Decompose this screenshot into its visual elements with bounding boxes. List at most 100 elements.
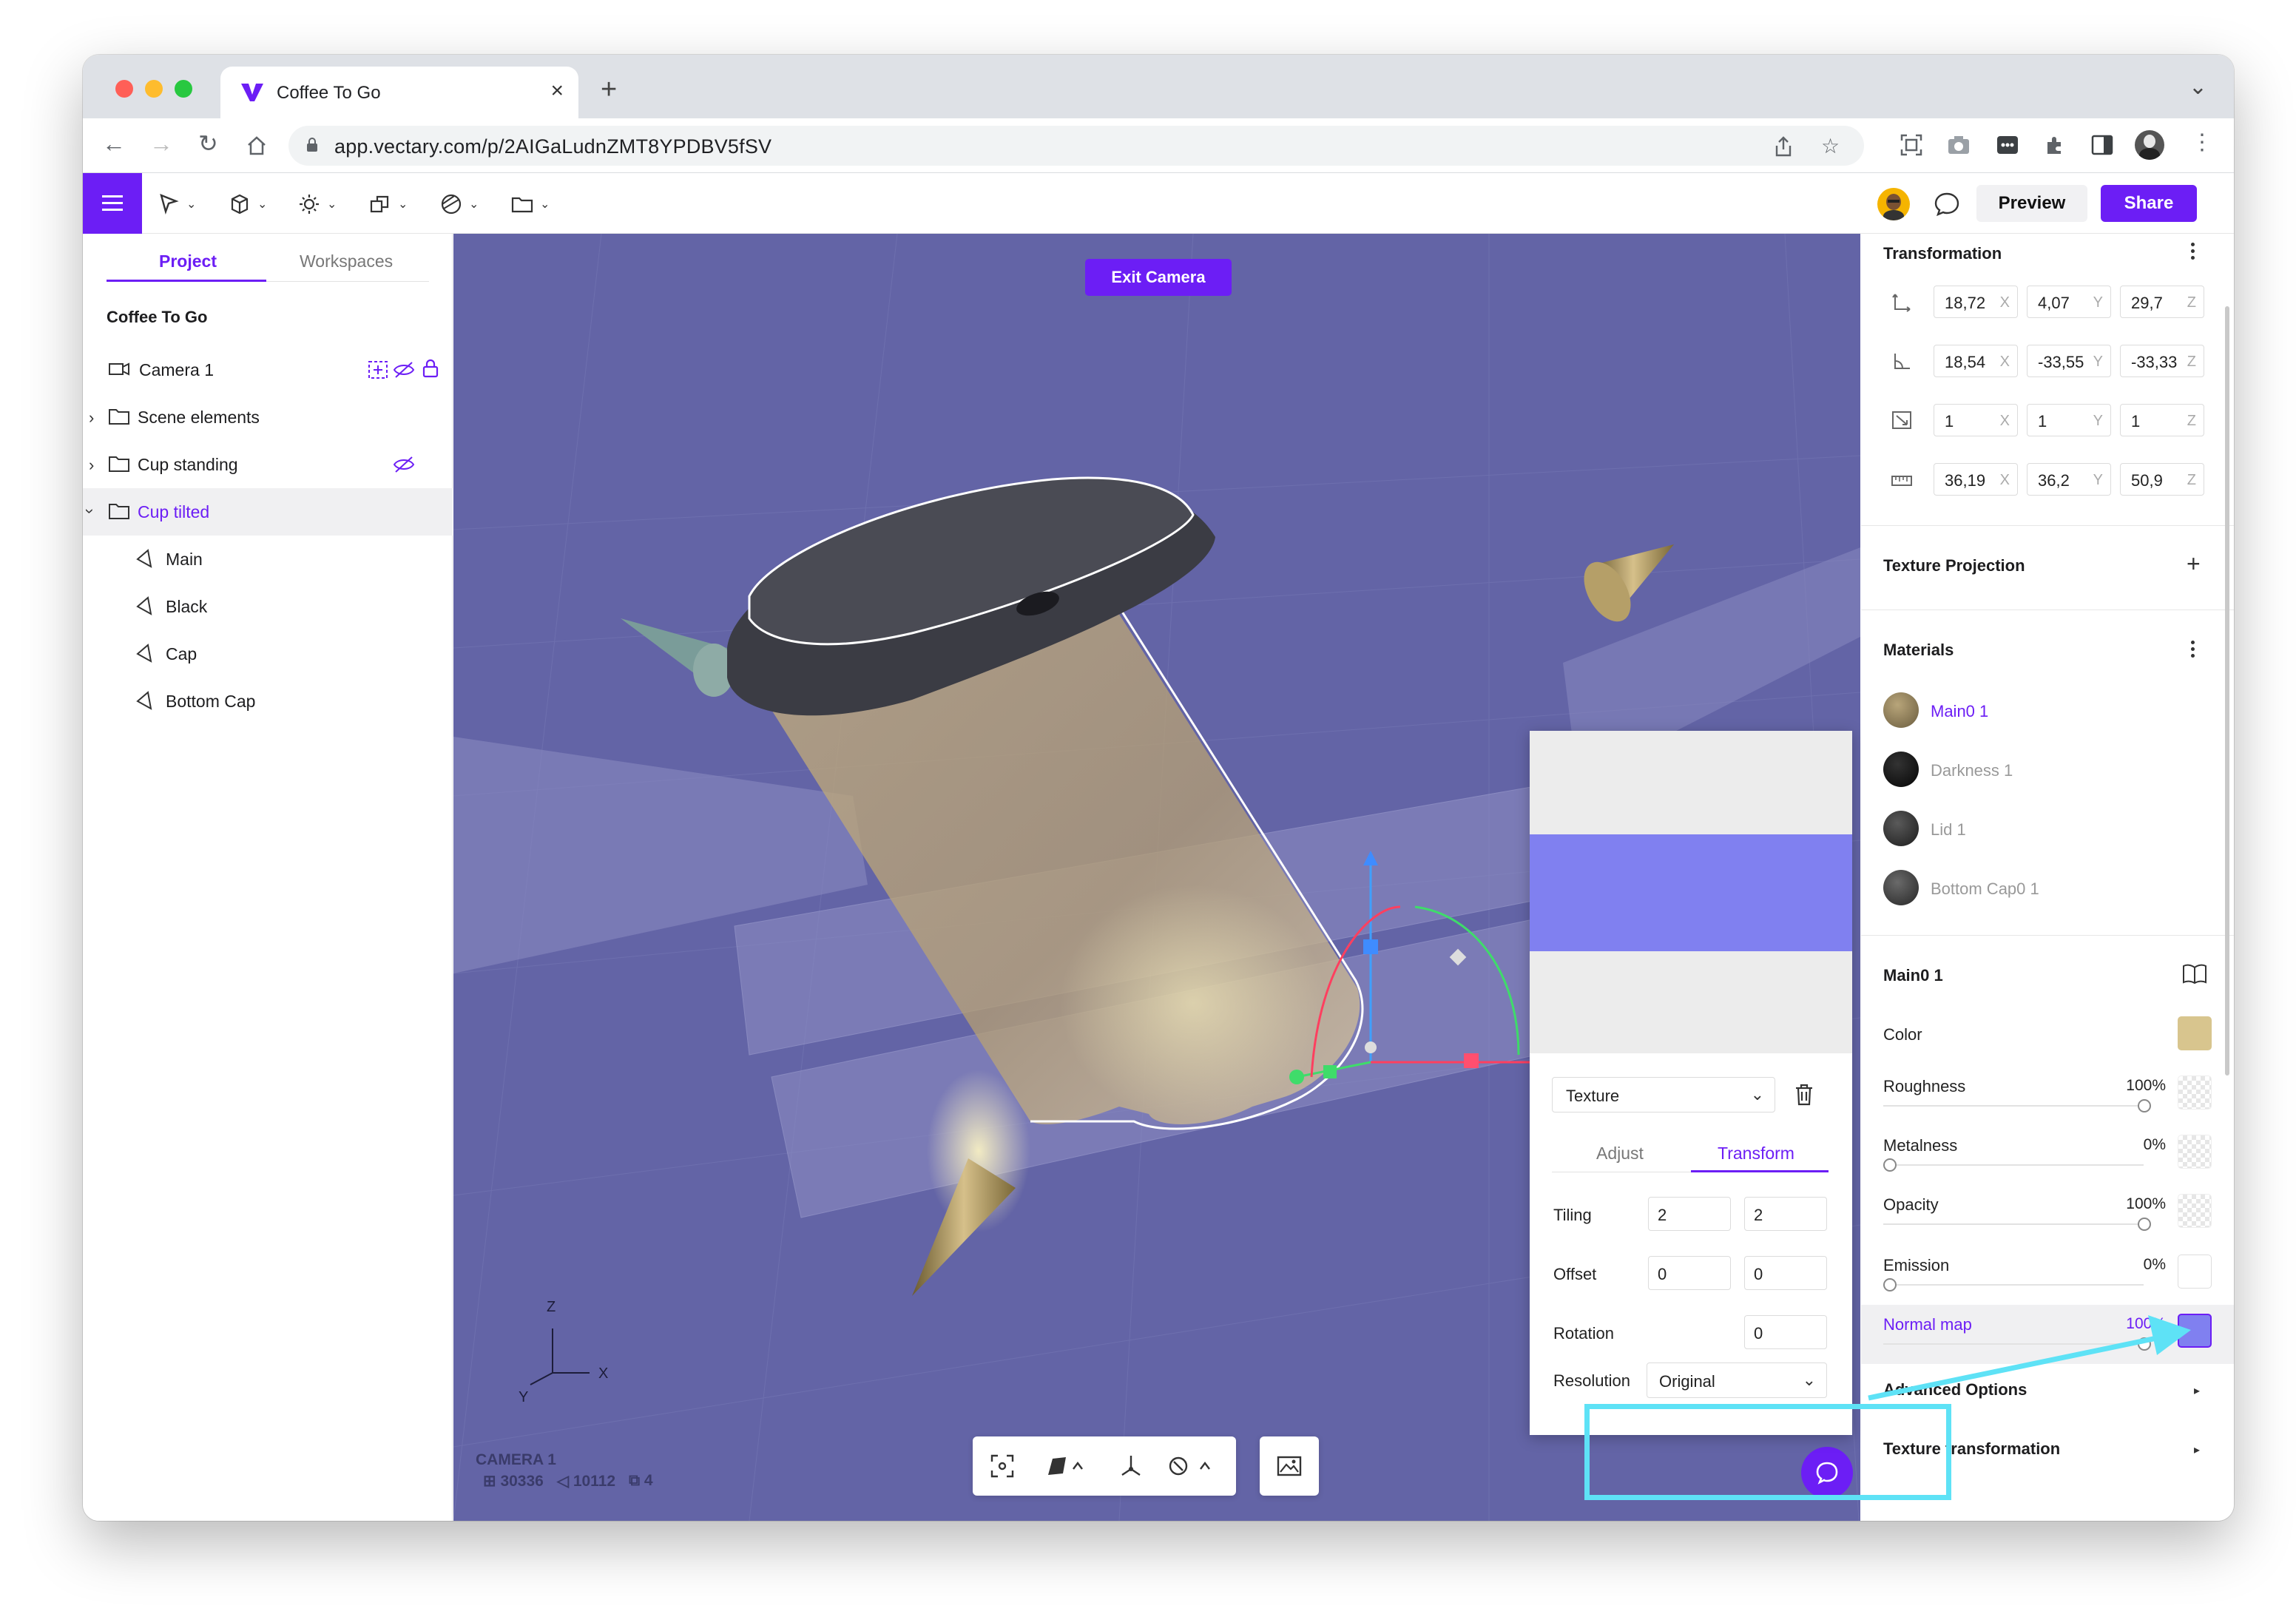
- home-icon[interactable]: [246, 135, 268, 157]
- tree-item-cup-tilted[interactable]: › Cup tilted: [83, 488, 453, 536]
- opacity-slider[interactable]: [1883, 1223, 2144, 1225]
- materials-tool-dropdown[interactable]: ⌄: [439, 192, 479, 216]
- profile-avatar[interactable]: [2135, 130, 2164, 160]
- emission-slider-knob[interactable]: [1883, 1278, 1897, 1291]
- minimize-window-button[interactable]: [145, 80, 163, 98]
- render-image-button[interactable]: [1260, 1436, 1319, 1496]
- main-menu-button[interactable]: [83, 173, 142, 234]
- transform-pivot-icon[interactable]: [1118, 1453, 1144, 1479]
- dimension-y-input[interactable]: 36,2 Y: [2027, 463, 2111, 496]
- dimension-x-input[interactable]: 36,19 X: [1934, 463, 2018, 496]
- tab-adjust[interactable]: Adjust: [1596, 1144, 1644, 1164]
- tiling-u-input[interactable]: 2: [1648, 1197, 1731, 1231]
- trash-icon[interactable]: [1793, 1083, 1815, 1107]
- select-tool-dropdown[interactable]: ⌄: [157, 192, 196, 216]
- texture-type-select[interactable]: Texture ⌄: [1552, 1077, 1775, 1112]
- tiling-v-input[interactable]: 2: [1744, 1197, 1827, 1231]
- tree-item-scene-elements[interactable]: › Scene elements: [83, 394, 453, 441]
- tree-item-main[interactable]: Main: [83, 536, 453, 583]
- roughness-texture-slot[interactable]: [2178, 1076, 2212, 1110]
- emission-slider[interactable]: [1883, 1284, 2144, 1286]
- share-page-icon[interactable]: [1774, 136, 1793, 157]
- material-library-icon[interactable]: [2182, 963, 2207, 984]
- comments-icon[interactable]: [1932, 189, 1962, 219]
- user-avatar[interactable]: [1877, 188, 1910, 220]
- forward-icon[interactable]: →: [149, 132, 173, 155]
- position-x-input[interactable]: 18,72 X: [1934, 286, 2018, 318]
- expand-chevron-icon[interactable]: ›: [89, 456, 94, 475]
- scale-z-input[interactable]: 1Z: [2120, 404, 2204, 436]
- visibility-hidden-icon[interactable]: [392, 359, 416, 380]
- roughness-slider-knob[interactable]: [2138, 1099, 2151, 1112]
- screen-capture-icon[interactable]: [1900, 133, 1923, 157]
- position-y-input[interactable]: 4,07 Y: [2027, 286, 2111, 318]
- close-window-button[interactable]: [115, 80, 133, 98]
- tree-item-black[interactable]: Black: [83, 583, 453, 630]
- expand-arrow-icon[interactable]: ▸: [2194, 1442, 2200, 1457]
- add-texture-projection-icon[interactable]: +: [2187, 552, 2201, 575]
- color-swatch[interactable]: [2178, 1016, 2212, 1050]
- tree-item-cap[interactable]: Cap: [83, 630, 453, 678]
- properties-scrollbar[interactable]: [2225, 306, 2229, 1076]
- address-bar[interactable]: app.vectary.com/p/2AIGaLudnZMT8YPDBV5fSV…: [288, 126, 1864, 166]
- browser-tab[interactable]: Coffee To Go ×: [220, 67, 578, 118]
- normal-map-slider-knob[interactable]: [2138, 1337, 2151, 1351]
- opacity-texture-slot[interactable]: [2178, 1194, 2212, 1228]
- rotation-input[interactable]: 0: [1744, 1315, 1827, 1349]
- browser-menu-icon[interactable]: ⋮: [2191, 132, 2213, 154]
- rotation-x-input[interactable]: 18,54 X: [1934, 345, 2018, 377]
- primitives-tool-dropdown[interactable]: ⌄: [228, 192, 267, 216]
- materials-more-icon[interactable]: [2189, 641, 2195, 660]
- emission-color-swatch[interactable]: [2178, 1255, 2212, 1289]
- tab-workspaces[interactable]: Workspaces: [300, 251, 393, 271]
- metalness-slider-knob[interactable]: [1883, 1158, 1897, 1172]
- tab-transform[interactable]: Transform: [1718, 1144, 1794, 1164]
- collapse-chevron-icon[interactable]: ›: [83, 508, 100, 513]
- lock-icon[interactable]: [422, 358, 439, 379]
- offset-u-input[interactable]: 0: [1648, 1256, 1731, 1290]
- offset-v-input[interactable]: 0: [1744, 1256, 1827, 1290]
- preview-button[interactable]: Preview: [1976, 185, 2087, 222]
- exit-camera-button[interactable]: Exit Camera: [1085, 259, 1232, 296]
- bookmark-star-icon[interactable]: ☆: [1821, 134, 1840, 158]
- position-z-input[interactable]: 29,7 Z: [2120, 286, 2204, 318]
- maximize-window-button[interactable]: [175, 80, 192, 98]
- dimension-z-input[interactable]: 50,9 Z: [2120, 463, 2204, 496]
- file-tool-dropdown[interactable]: ⌄: [510, 192, 550, 216]
- new-tab-button[interactable]: +: [601, 75, 617, 104]
- tab-project[interactable]: Project: [159, 251, 217, 271]
- resolution-select[interactable]: Original ⌄: [1647, 1363, 1827, 1398]
- password-extension-icon[interactable]: [1996, 133, 2019, 157]
- camera-extension-icon[interactable]: [1947, 133, 1971, 157]
- expand-arrow-icon[interactable]: ▸: [2194, 1383, 2200, 1398]
- advanced-options-toggle[interactable]: Advanced Options: [1883, 1380, 2027, 1399]
- back-icon[interactable]: ←: [102, 132, 126, 155]
- camera-target-icon[interactable]: [367, 359, 389, 380]
- normal-map-texture-preview[interactable]: [1530, 834, 1852, 951]
- tree-item-cup-standing[interactable]: › Cup standing: [83, 441, 453, 488]
- transformation-more-icon[interactable]: [2189, 243, 2195, 262]
- rotation-y-input[interactable]: -33,55 Y: [2027, 345, 2111, 377]
- tree-item-camera[interactable]: Camera 1: [83, 346, 453, 394]
- rotation-z-input[interactable]: -33,33 Z: [2120, 345, 2204, 377]
- arrange-tool-dropdown[interactable]: ⌄: [368, 192, 408, 216]
- lights-tool-dropdown[interactable]: ⌄: [297, 192, 337, 216]
- expand-chevron-icon[interactable]: ›: [89, 408, 94, 428]
- snapping-dropdown-icon[interactable]: [1166, 1453, 1218, 1479]
- metalness-texture-slot[interactable]: [2178, 1135, 2212, 1169]
- tab-search-chevron-icon[interactable]: ⌄: [2189, 74, 2207, 100]
- focus-icon[interactable]: [989, 1453, 1016, 1479]
- normal-map-slider[interactable]: [1883, 1343, 2144, 1345]
- reload-icon[interactable]: ↻: [198, 132, 218, 155]
- opacity-slider-knob[interactable]: [2138, 1218, 2151, 1231]
- side-panel-icon[interactable]: [2090, 133, 2114, 157]
- close-tab-icon[interactable]: ×: [550, 80, 564, 102]
- scale-x-input[interactable]: 1X: [1934, 404, 2018, 436]
- roughness-slider[interactable]: [1883, 1105, 2144, 1107]
- normal-map-texture-slot[interactable]: [2178, 1314, 2212, 1348]
- visibility-hidden-icon[interactable]: [392, 454, 416, 475]
- extensions-puzzle-icon[interactable]: [2043, 133, 2067, 157]
- render-mode-dropdown-icon[interactable]: [1044, 1453, 1088, 1479]
- tree-item-bottom-cap[interactable]: Bottom Cap: [83, 678, 453, 725]
- metalness-slider[interactable]: [1883, 1164, 2144, 1166]
